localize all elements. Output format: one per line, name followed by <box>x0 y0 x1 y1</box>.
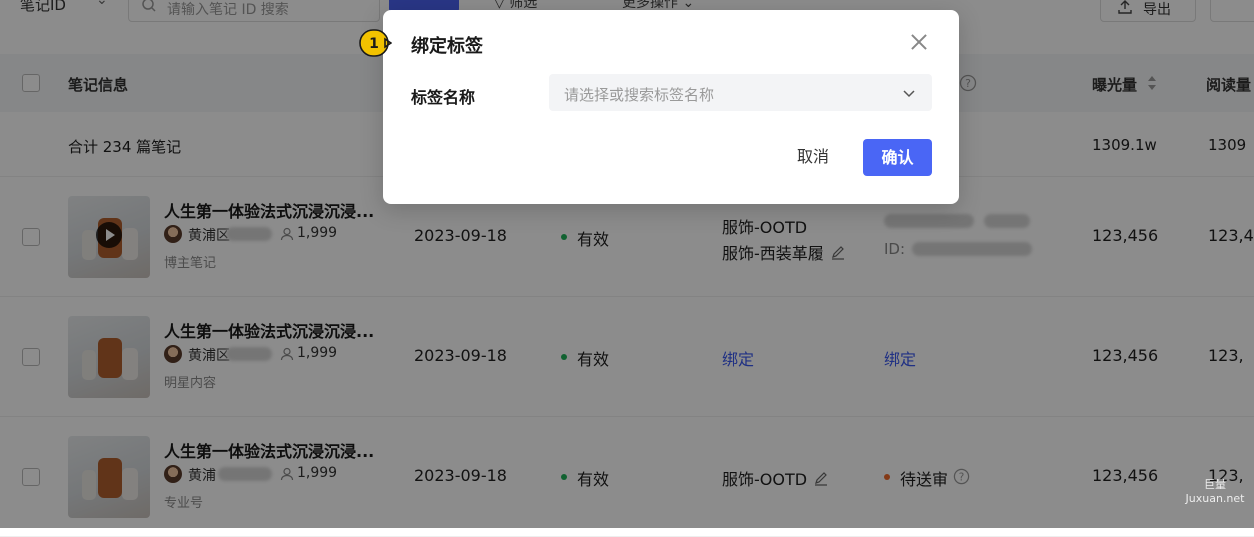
chevron-down-icon <box>903 90 915 98</box>
step-badge-icon: 1 <box>359 29 392 57</box>
watermark-line1: 巨量 <box>1204 478 1226 491</box>
confirm-button[interactable]: 确认 <box>863 139 932 176</box>
watermark: 巨量 Juxuan.net <box>1180 478 1250 506</box>
bind-tag-modal: 绑定标签 标签名称 请选择或搜索标签名称 取消 确认 <box>383 10 959 204</box>
tag-name-label: 标签名称 <box>411 88 476 107</box>
select-placeholder: 请选择或搜索标签名称 <box>564 86 715 104</box>
close-icon[interactable] <box>909 32 929 52</box>
cancel-button[interactable]: 取消 <box>784 138 842 176</box>
step-number: 1 <box>369 36 379 52</box>
watermark-line2: Juxuan.net <box>1185 492 1245 505</box>
tag-name-select[interactable]: 请选择或搜索标签名称 <box>549 74 932 111</box>
modal-title: 绑定标签 <box>411 36 483 57</box>
